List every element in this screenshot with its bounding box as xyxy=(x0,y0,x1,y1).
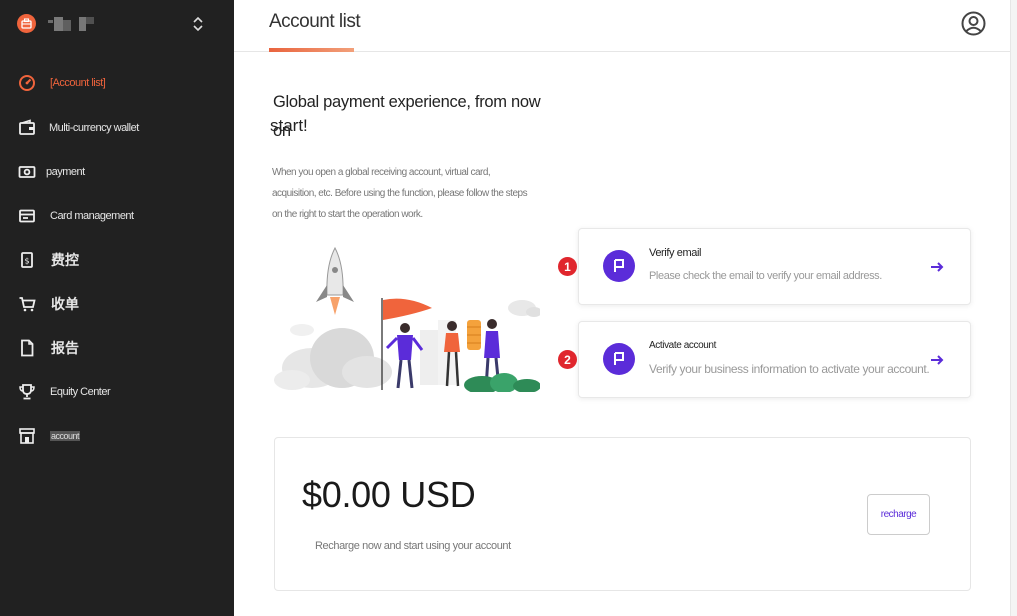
balance-hint: Recharge now and start using your accoun… xyxy=(315,540,511,552)
receipt-icon: $ xyxy=(17,250,37,270)
gauge-icon xyxy=(17,73,37,93)
balance-card: $0.00 USD Recharge now and start using y… xyxy=(274,437,971,591)
arrow-right-icon[interactable] xyxy=(929,353,945,365)
arrow-right-icon[interactable] xyxy=(929,260,945,272)
recharge-button[interactable]: recharge xyxy=(867,494,930,535)
sidebar-item-report[interactable]: 报告 xyxy=(0,330,234,366)
store-icon xyxy=(17,426,37,446)
sidebar-item-label: Card management xyxy=(50,210,134,222)
sidebar-item-label: Multi-currency wallet xyxy=(49,122,139,134)
sidebar-item-account[interactable]: account xyxy=(0,418,234,454)
user-circle-icon[interactable] xyxy=(961,11,986,36)
sidebar-item-label: [Account list] xyxy=(50,77,106,89)
wallet-icon xyxy=(17,118,37,138)
step-description: Please check the email to verify your em… xyxy=(649,270,882,282)
sidebar-item-label: Equity Center xyxy=(50,386,111,398)
report-icon xyxy=(17,338,37,358)
chevron-up-down-icon[interactable] xyxy=(191,14,205,34)
sidebar-item-label: account xyxy=(50,431,81,441)
sidebar-item-label: 收单 xyxy=(51,296,79,312)
organization-name-redacted[interactable] xyxy=(46,15,98,33)
hero-title-continued: start! xyxy=(270,116,308,135)
banknote-icon xyxy=(17,162,37,182)
rocket-team-illustration xyxy=(272,240,542,394)
sidebar-item-label: payment xyxy=(46,166,85,178)
organization-logo-icon[interactable] xyxy=(17,14,36,33)
scrollbar[interactable] xyxy=(1010,0,1017,616)
sidebar-item-equity-center[interactable]: Equity Center xyxy=(0,374,234,410)
flag-icon xyxy=(603,343,635,375)
sidebar-item-label: 费控 xyxy=(51,252,79,268)
svg-text:$: $ xyxy=(24,257,29,266)
step-number-badge: 2 xyxy=(558,350,577,369)
sidebar-item-multi-currency-wallet[interactable]: Multi-currency wallet xyxy=(0,110,234,146)
sidebar: [Account list] Multi-currency wallet pay… xyxy=(0,0,234,616)
step-number-badge: 1 xyxy=(558,257,577,276)
top-bar: Account list xyxy=(234,0,1010,52)
page-title: Account list xyxy=(269,11,361,32)
card-icon xyxy=(17,206,37,226)
step-card-verify-email[interactable]: 1 Verify email Please check the email to… xyxy=(558,228,971,305)
sidebar-item-expense-control[interactable]: $ 费控 xyxy=(0,242,234,278)
hero-title: Global payment experience, from now on xyxy=(273,93,541,140)
step-card-activate-account[interactable]: 2 Activate account Verify your business … xyxy=(558,321,971,398)
step-description: Verify your business information to acti… xyxy=(649,362,930,376)
flag-icon xyxy=(603,250,635,282)
title-active-indicator xyxy=(269,48,354,52)
hero-description: When you open a global receiving account… xyxy=(272,167,528,220)
cart-icon xyxy=(17,294,37,314)
step-title: Verify email xyxy=(649,247,702,259)
sidebar-item-acquiring[interactable]: 收单 xyxy=(0,286,234,322)
trophy-icon xyxy=(17,382,37,402)
step-title: Activate account xyxy=(649,340,716,351)
sidebar-item-card-management[interactable]: Card management xyxy=(0,198,234,234)
sidebar-item-label: 报告 xyxy=(51,340,79,356)
sidebar-item-payment[interactable]: payment xyxy=(0,154,234,190)
sidebar-item-account-list[interactable]: [Account list] xyxy=(0,65,234,101)
balance-amount: $0.00 USD xyxy=(302,474,476,515)
